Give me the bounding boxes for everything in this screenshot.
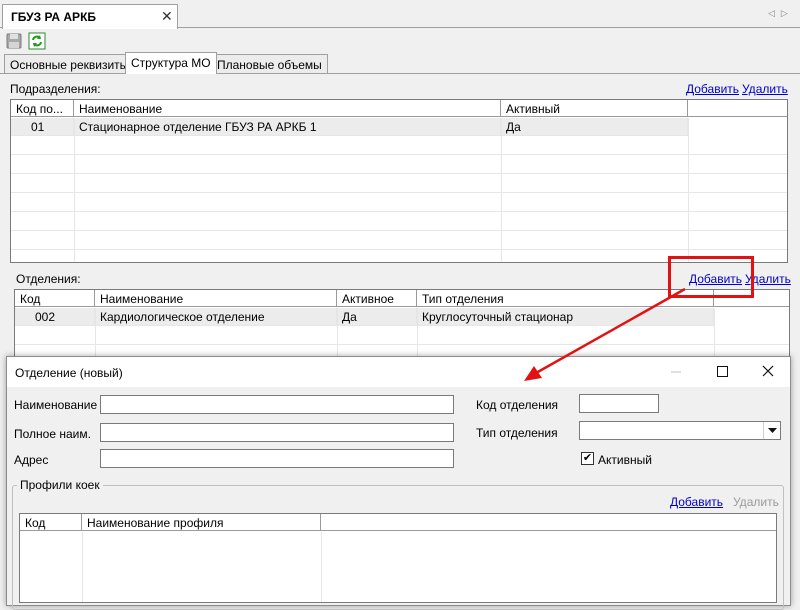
tab-structure[interactable]: Структура МО — [125, 52, 217, 74]
type-label: Тип отделения — [476, 426, 558, 440]
full-name-label: Полное наим. — [14, 427, 91, 441]
department-dialog: Отделение (новый) Наименование Полное на… — [6, 356, 791, 610]
subdivisions-add-link[interactable]: Добавить — [686, 82, 739, 96]
active-checkbox[interactable]: ✔ — [581, 452, 594, 465]
grid-header: Код Наименование профиля — [20, 514, 776, 531]
address-input[interactable] — [100, 449, 454, 468]
empty-row — [11, 175, 787, 193]
empty-row — [11, 232, 787, 250]
name-cell: Кардиологическое отделение — [95, 308, 337, 326]
close-icon[interactable]: ✕ — [161, 8, 173, 25]
name-cell: Стационарное отделение ГБУЗ РА АРКБ 1 — [74, 118, 501, 136]
tab-label: Основные реквизиты — [10, 58, 129, 72]
grid-line — [82, 532, 83, 602]
empty-row — [15, 327, 789, 345]
toolbar — [0, 29, 800, 53]
full-name-input[interactable] — [100, 423, 454, 442]
code-cell: 002 — [15, 308, 95, 326]
active-cell: Да — [501, 118, 688, 136]
checkmark-icon: ✔ — [582, 452, 593, 464]
tab-scroll-arrows-icon[interactable]: ◁▷ — [768, 8, 794, 19]
code-input[interactable] — [579, 394, 659, 413]
column-header[interactable]: Код — [15, 290, 95, 307]
refresh-icon[interactable] — [28, 32, 46, 50]
tab-planned-volumes[interactable]: Плановые объемы — [211, 54, 328, 73]
profiles-delete-link: Удалить — [733, 495, 779, 509]
grid-line — [501, 118, 502, 262]
column-header[interactable]: Наименование профиля — [82, 514, 321, 531]
table-row[interactable]: 002 Кардиологическое отделение Да Кругло… — [15, 308, 714, 326]
dialog-title: Отделение (новый) — [15, 366, 123, 380]
type-select[interactable] — [579, 421, 781, 440]
departments-label: Отделения: — [16, 272, 81, 286]
empty-row — [11, 194, 787, 212]
profiles-group-title: Профили коек — [17, 478, 103, 492]
name-label: Наименование — [14, 398, 98, 412]
tab-label: Плановые объемы — [217, 58, 322, 72]
type-cell: Круглосуточный стационар — [417, 308, 714, 326]
tab-main-details[interactable]: Основные реквизиты — [4, 54, 135, 73]
grid-line — [74, 118, 75, 262]
empty-row — [11, 213, 787, 231]
profiles-add-link[interactable]: Добавить — [670, 495, 723, 509]
subdivisions-label: Подразделения: — [10, 82, 101, 96]
tab-label: Структура МО — [131, 56, 211, 70]
grid-header: Код по... Наименование Активный — [11, 100, 787, 117]
highlight-box — [668, 256, 754, 298]
structure-panel: Подразделения: Добавить Удалить Код по..… — [2, 74, 800, 369]
active-label: Активный — [598, 453, 652, 467]
empty-row — [11, 156, 787, 174]
address-label: Адрес — [14, 453, 49, 467]
dialog-titlebar: Отделение (новый) — [7, 357, 790, 387]
document-tab[interactable]: ГБУЗ РА АРКБ ✕ — [2, 4, 178, 29]
table-row[interactable]: 01 Стационарное отделение ГБУЗ РА АРКБ 1… — [11, 118, 688, 136]
name-input[interactable] — [100, 395, 454, 414]
grid-line — [321, 532, 322, 602]
empty-row — [11, 137, 787, 155]
maximize-icon[interactable] — [699, 357, 745, 387]
minimize-icon[interactable] — [653, 357, 699, 387]
document-tab-title: ГБУЗ РА АРКБ — [11, 10, 97, 24]
grid-line — [688, 118, 689, 262]
chevron-down-icon[interactable] — [763, 422, 780, 439]
column-header[interactable]: Активное — [337, 290, 417, 307]
column-header[interactable]: Код — [20, 514, 82, 531]
column-header[interactable]: Код по... — [11, 100, 74, 117]
close-icon[interactable] — [745, 357, 791, 387]
column-header[interactable]: Наименование — [74, 100, 501, 117]
subdivisions-grid[interactable]: Код по... Наименование Активный 01 Стаци… — [10, 99, 788, 263]
column-header[interactable]: Наименование — [95, 290, 337, 307]
active-cell: Да — [337, 308, 417, 326]
code-cell: 01 — [11, 118, 74, 136]
column-header[interactable]: Активный — [501, 100, 688, 117]
save-icon[interactable] — [5, 32, 23, 50]
profiles-grid[interactable]: Код Наименование профиля — [19, 513, 777, 603]
code-label: Код отделения — [476, 398, 559, 412]
subdivisions-delete-link[interactable]: Удалить — [742, 82, 788, 96]
